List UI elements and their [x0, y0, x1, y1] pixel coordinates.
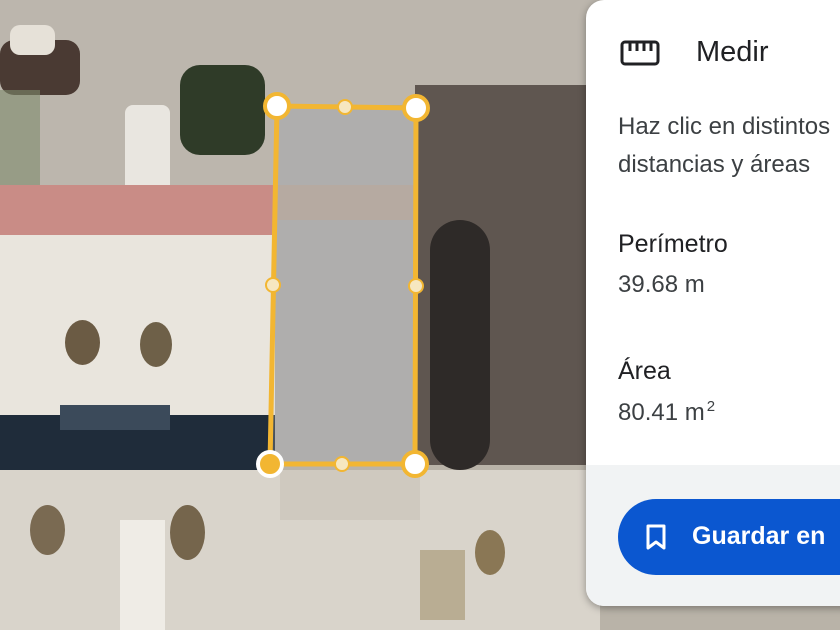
midpoint-handle[interactable] [265, 277, 281, 293]
save-button[interactable]: Guardar en [618, 499, 840, 575]
midpoint-handle[interactable] [408, 278, 424, 294]
area-label: Área [618, 357, 671, 385]
instructions-line: Haz clic en distintos [618, 113, 831, 140]
bookmark-icon [646, 524, 666, 550]
ruler-icon [620, 40, 660, 66]
active-vertex-handle[interactable] [256, 450, 284, 478]
midpoint-handle[interactable] [337, 99, 353, 115]
area-unit-exponent: 2 [706, 398, 716, 415]
polygon-outline [267, 103, 419, 467]
instructions-text: Haz clic en distintos distancias y áreas [618, 108, 840, 184]
perimeter-value: 39.68 m [618, 271, 705, 298]
instructions-line: distancias y áreas [618, 151, 811, 178]
measure-panel: Medir Haz clic en distintos distancias y… [586, 0, 840, 606]
panel-title: Medir [696, 36, 769, 68]
panel-footer: Guardar en [586, 465, 840, 606]
vertex-handle[interactable] [401, 450, 429, 478]
midpoint-handle[interactable] [334, 456, 350, 472]
area-number: 80.41 m [618, 399, 705, 426]
vertex-handle[interactable] [263, 92, 291, 120]
save-button-label: Guardar en [692, 522, 826, 550]
perimeter-label: Perímetro [618, 230, 728, 258]
panel-header: Medir [586, 0, 840, 104]
area-value: 80.41 m2 [618, 398, 715, 427]
vertex-handle[interactable] [402, 94, 430, 122]
